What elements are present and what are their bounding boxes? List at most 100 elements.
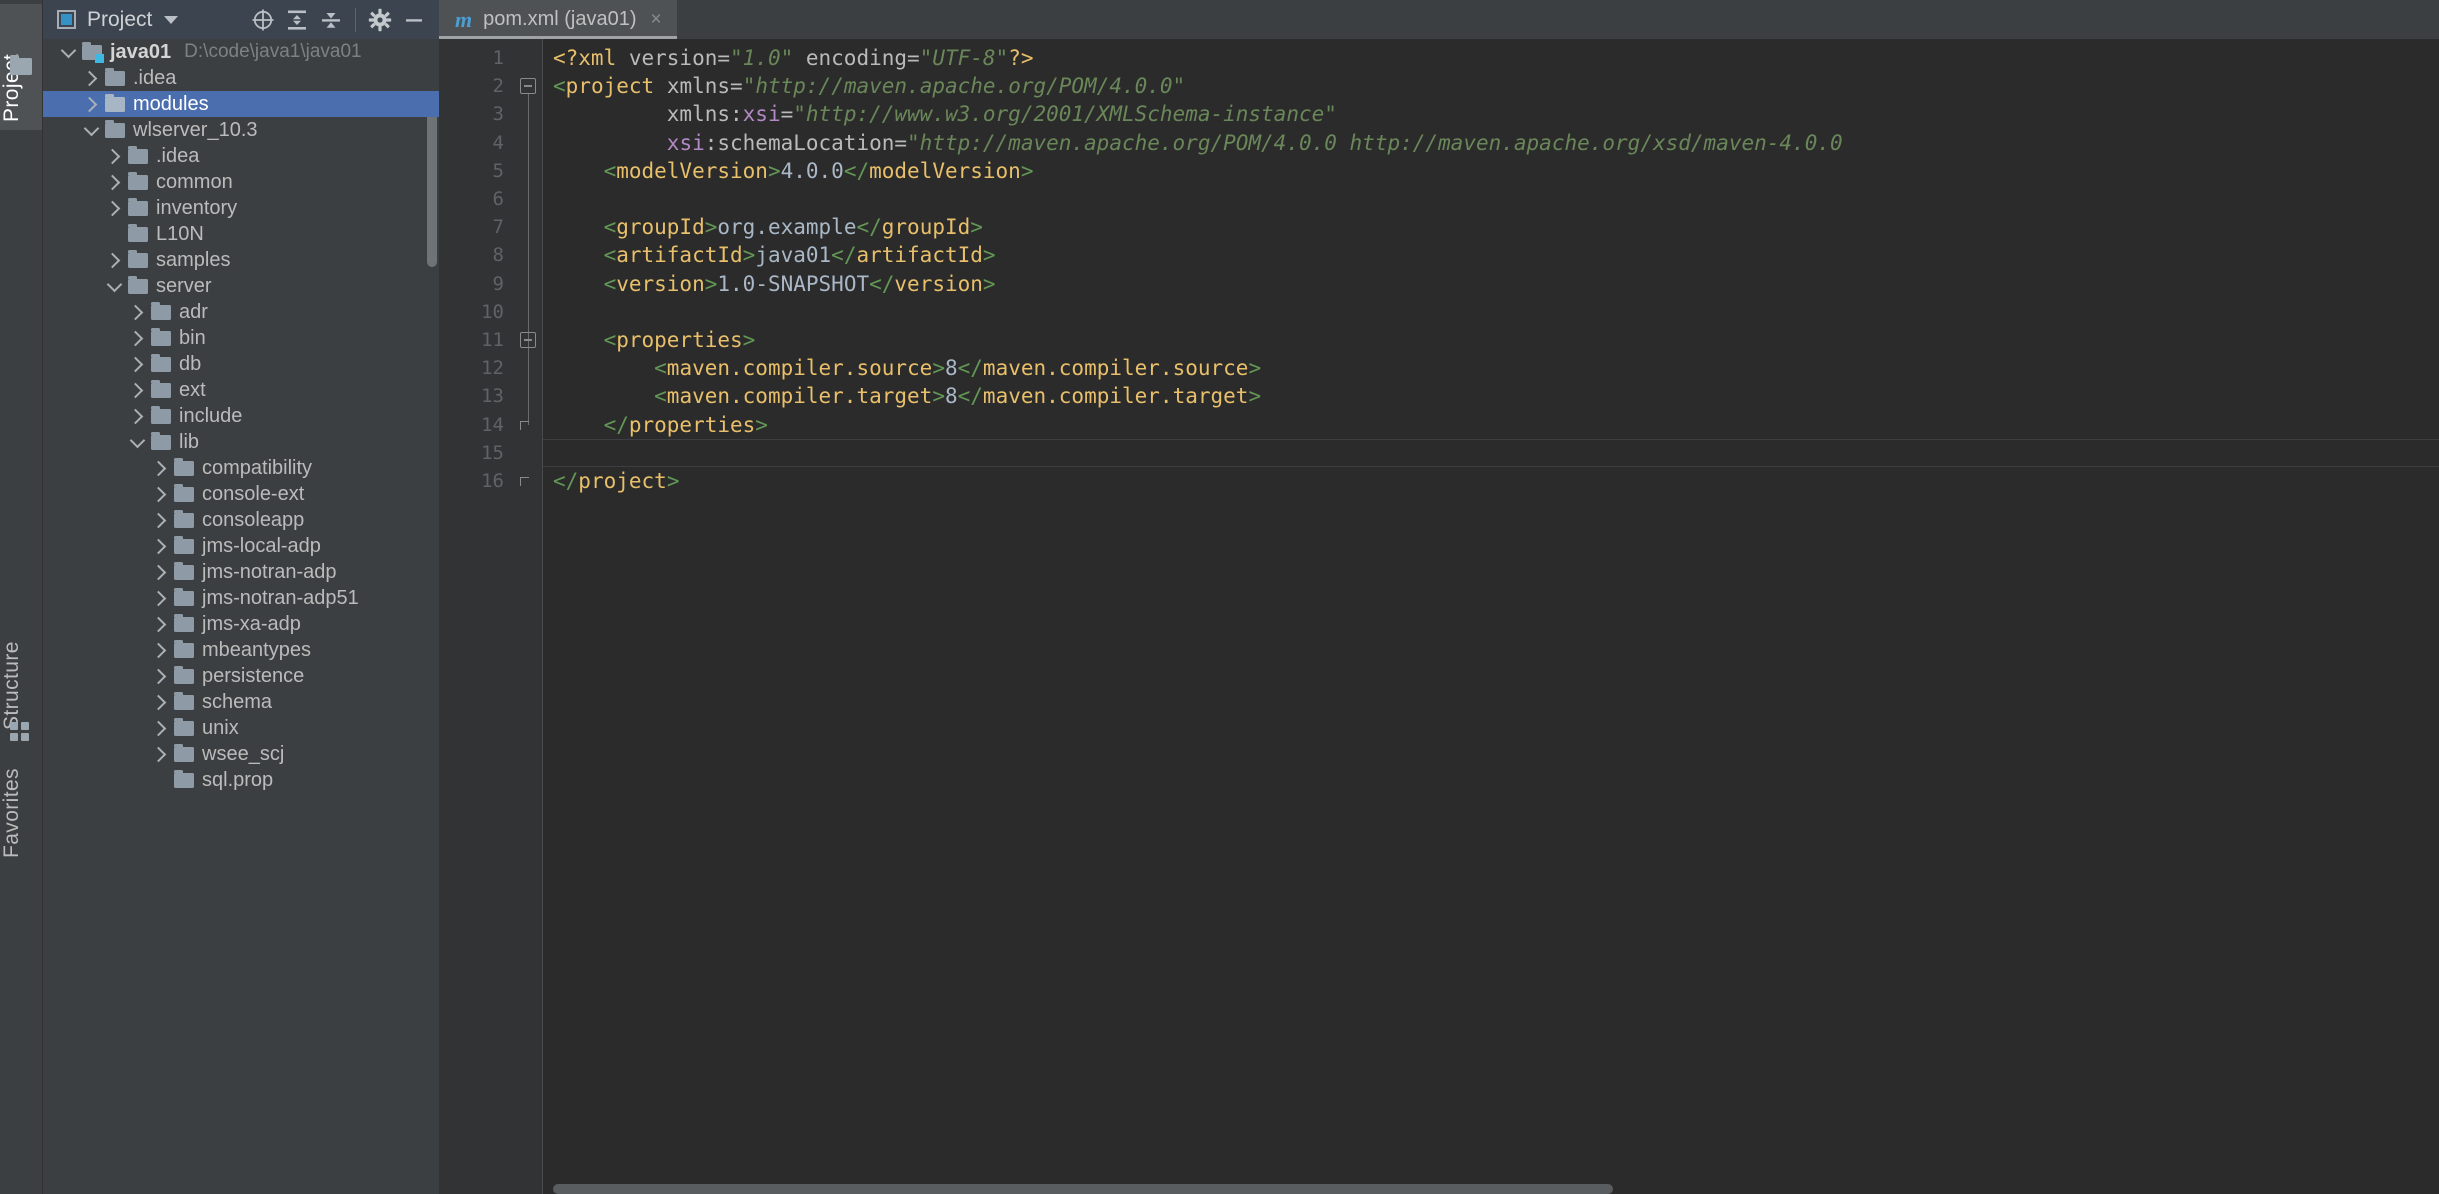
fold-region-end-icon[interactable] [520,420,529,430]
tree-row[interactable]: .idea [43,65,439,91]
code-line[interactable]: xmlns:xsi="http://www.w3.org/2001/XMLSch… [553,100,1337,128]
chevron-right-icon[interactable] [126,325,148,351]
code-line[interactable]: <properties> [553,326,756,354]
grid-icon[interactable] [10,722,32,742]
editor-horizontal-scrollbar[interactable] [553,1184,1613,1194]
code-line[interactable]: <modelVersion>4.0.0</modelVersion> [553,157,1034,185]
line-number: 4 [492,131,504,154]
chevron-down-icon[interactable] [126,429,148,455]
chevron-right-icon[interactable] [149,585,171,611]
tree-row[interactable]: compatibility [43,455,439,481]
chevron-right-icon[interactable] [126,351,148,377]
code-token: > [755,412,768,437]
chevron-right-icon[interactable] [126,299,148,325]
tree-row[interactable]: wsee_scj [43,741,439,767]
code-line[interactable] [543,438,2439,467]
tree-row[interactable]: server [43,273,439,299]
chevron-down-icon[interactable] [164,15,179,24]
chevron-right-icon[interactable] [149,507,171,533]
tree-row[interactable]: samples [43,247,439,273]
chevron-right-icon[interactable] [149,715,171,741]
folder-icon [148,351,174,377]
tree-row[interactable]: jms-xa-adp [43,611,439,637]
tree-row[interactable]: wlserver_10.3 [43,117,439,143]
tree-item-label: console-ext [202,482,305,505]
chevron-right-icon[interactable] [126,403,148,429]
chevron-right-icon[interactable] [80,91,102,117]
code-line[interactable]: </properties> [553,411,768,439]
tree-row[interactable]: sql.prop [43,767,439,793]
chevron-right-icon[interactable] [149,663,171,689]
tree-row[interactable]: jms-local-adp [43,533,439,559]
tree-row[interactable]: db [43,351,439,377]
chevron-right-icon[interactable] [149,689,171,715]
chevron-right-icon[interactable] [149,481,171,507]
tree-item-label: jms-local-adp [202,534,321,557]
hide-panel-button[interactable] [397,3,431,37]
tree-row[interactable]: java01 D:\code\java1\java01 [43,39,439,65]
chevron-right-icon[interactable] [149,559,171,585]
chevron-right-icon[interactable] [126,377,148,403]
chevron-right-icon[interactable] [149,741,171,767]
code-line[interactable]: <project xmlns="http://maven.apache.org/… [553,72,1185,100]
chevron-right-icon[interactable] [149,611,171,637]
tree-row[interactable]: persistence [43,663,439,689]
intellij-idea-window: Project Structure Favorites Project java… [0,0,2439,1194]
tree-row[interactable]: modules [43,91,439,117]
chevron-down-icon[interactable] [57,39,79,65]
tool-button-structure[interactable]: Structure [0,620,42,736]
chevron-right-icon[interactable] [103,143,125,169]
chevron-right-icon[interactable] [149,455,171,481]
tree-row[interactable]: consoleapp [43,507,439,533]
code-line[interactable]: xsi:schemaLocation="http://maven.apache.… [553,129,1843,157]
close-icon[interactable]: × [651,10,662,29]
tree-row[interactable]: adr [43,299,439,325]
fold-collapse-icon[interactable] [520,78,536,95]
tree-row[interactable]: include [43,403,439,429]
tree-row[interactable]: inventory [43,195,439,221]
code-token: properties [616,328,743,352]
tree-row[interactable]: schema [43,689,439,715]
tree-row[interactable]: L10N [43,221,439,247]
chevron-right-icon[interactable] [149,637,171,663]
tree-row[interactable]: mbeantypes [43,637,439,663]
scroll-from-source-button[interactable] [246,3,280,37]
tree-row[interactable]: console-ext [43,481,439,507]
folder-icon[interactable] [10,54,32,78]
chevron-right-icon[interactable] [149,533,171,559]
editor-code-area[interactable]: <?xml version="1.0" encoding="UTF-8"?> <p… [543,39,2439,1194]
settings-button[interactable] [363,3,397,37]
chevron-down-icon[interactable] [103,273,125,299]
fold-region-end-icon[interactable] [520,477,529,486]
tree-row[interactable]: common [43,169,439,195]
chevron-right-icon[interactable] [103,195,125,221]
fold-collapse-icon[interactable] [520,332,536,348]
code-line[interactable]: <maven.compiler.source>8</maven.compiler… [553,354,1261,382]
tree-row[interactable]: jms-notran-adp51 [43,585,439,611]
chevron-down-icon[interactable] [80,117,102,143]
code-line[interactable]: <version>1.0-SNAPSHOT</version> [553,270,996,298]
editor-tab-pom-xml[interactable]: m pom.xml (java01) × [439,0,677,39]
tree-row[interactable]: bin [43,325,439,351]
tool-button-favorites[interactable]: Favorites [0,748,42,864]
code-line[interactable]: <artifactId>java01</artifactId> [553,241,996,269]
tree-row[interactable]: unix [43,715,439,741]
expand-all-button[interactable] [280,3,314,37]
project-tree[interactable]: java01 D:\code\java1\java01 .idea modules wl… [43,39,439,1194]
tree-item-label: modules [133,92,209,115]
editor-fold-gutter[interactable] [514,39,543,1194]
tree-row[interactable]: .idea [43,143,439,169]
tree-row[interactable]: lib [43,429,439,455]
code-line[interactable]: <?xml version="1.0" encoding="UTF-8"?> [553,44,1033,72]
code-line[interactable]: <groupId>org.example</groupId> [553,213,983,241]
code-line[interactable]: <maven.compiler.target>8</maven.compiler… [553,382,1261,410]
collapse-all-button[interactable] [314,3,348,37]
code-token: </ [831,243,857,268]
tree-row[interactable]: ext [43,377,439,403]
chevron-right-icon[interactable] [80,65,102,91]
chevron-right-icon[interactable] [103,247,125,273]
chevron-right-icon[interactable] [103,169,125,195]
code-line[interactable]: </project> [553,467,679,495]
tree-row[interactable]: jms-notran-adp [43,559,439,585]
